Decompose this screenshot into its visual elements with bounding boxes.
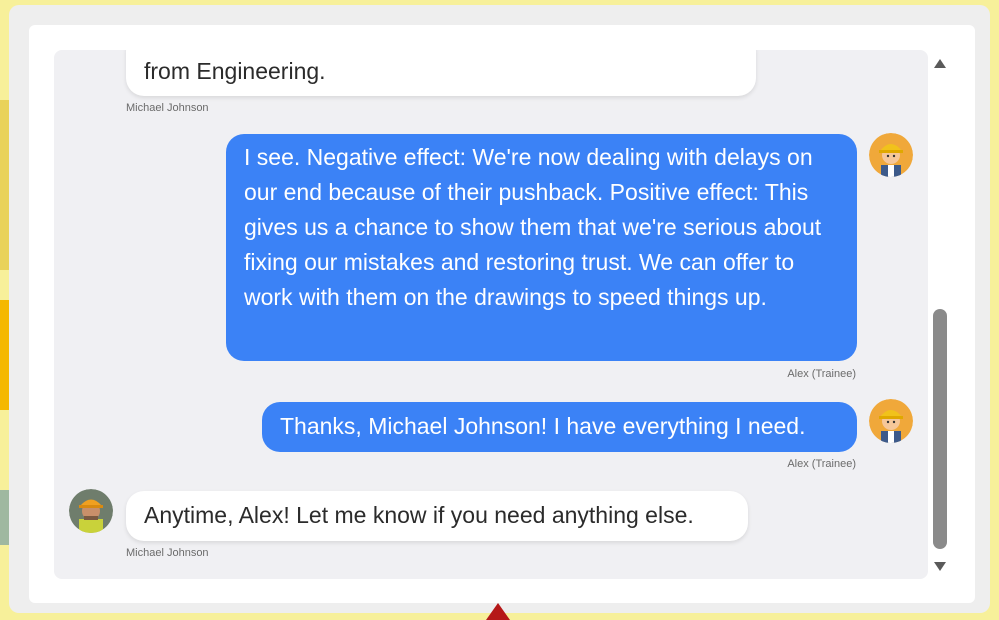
chat-messages[interactable]: from Engineering. Michael Johnson I see.… [54,50,928,579]
message-sender: Michael Johnson [126,547,209,559]
message-text: Anytime, Alex! Let me know if you need a… [144,502,694,528]
message-sender: Michael Johnson [126,102,209,114]
message-text: from Engineering. [144,58,326,84]
chat-scrollbar[interactable] [928,50,952,579]
message-bubble-user: I see. Negative effect: We're now dealin… [226,134,857,361]
scroll-up-icon[interactable] [934,59,946,68]
pointer-triangle-icon [486,603,510,620]
scroll-thumb[interactable] [933,309,947,549]
trainee-avatar [869,133,913,177]
message-bubble-other: from Engineering. [126,50,756,96]
message-sender: Alex (Trainee) [787,368,856,380]
message-bubble-user: Thanks, Michael Johnson! I have everythi… [262,402,857,452]
scroll-down-icon[interactable] [934,562,946,571]
trainee-avatar [869,399,913,443]
message-text: I see. Negative effect: We're now dealin… [244,144,822,310]
michael-avatar [69,489,113,533]
message-text: Thanks, Michael Johnson! I have everythi… [280,413,806,439]
message-sender: Alex (Trainee) [787,458,856,470]
message-bubble-other: Anytime, Alex! Let me know if you need a… [126,491,748,541]
